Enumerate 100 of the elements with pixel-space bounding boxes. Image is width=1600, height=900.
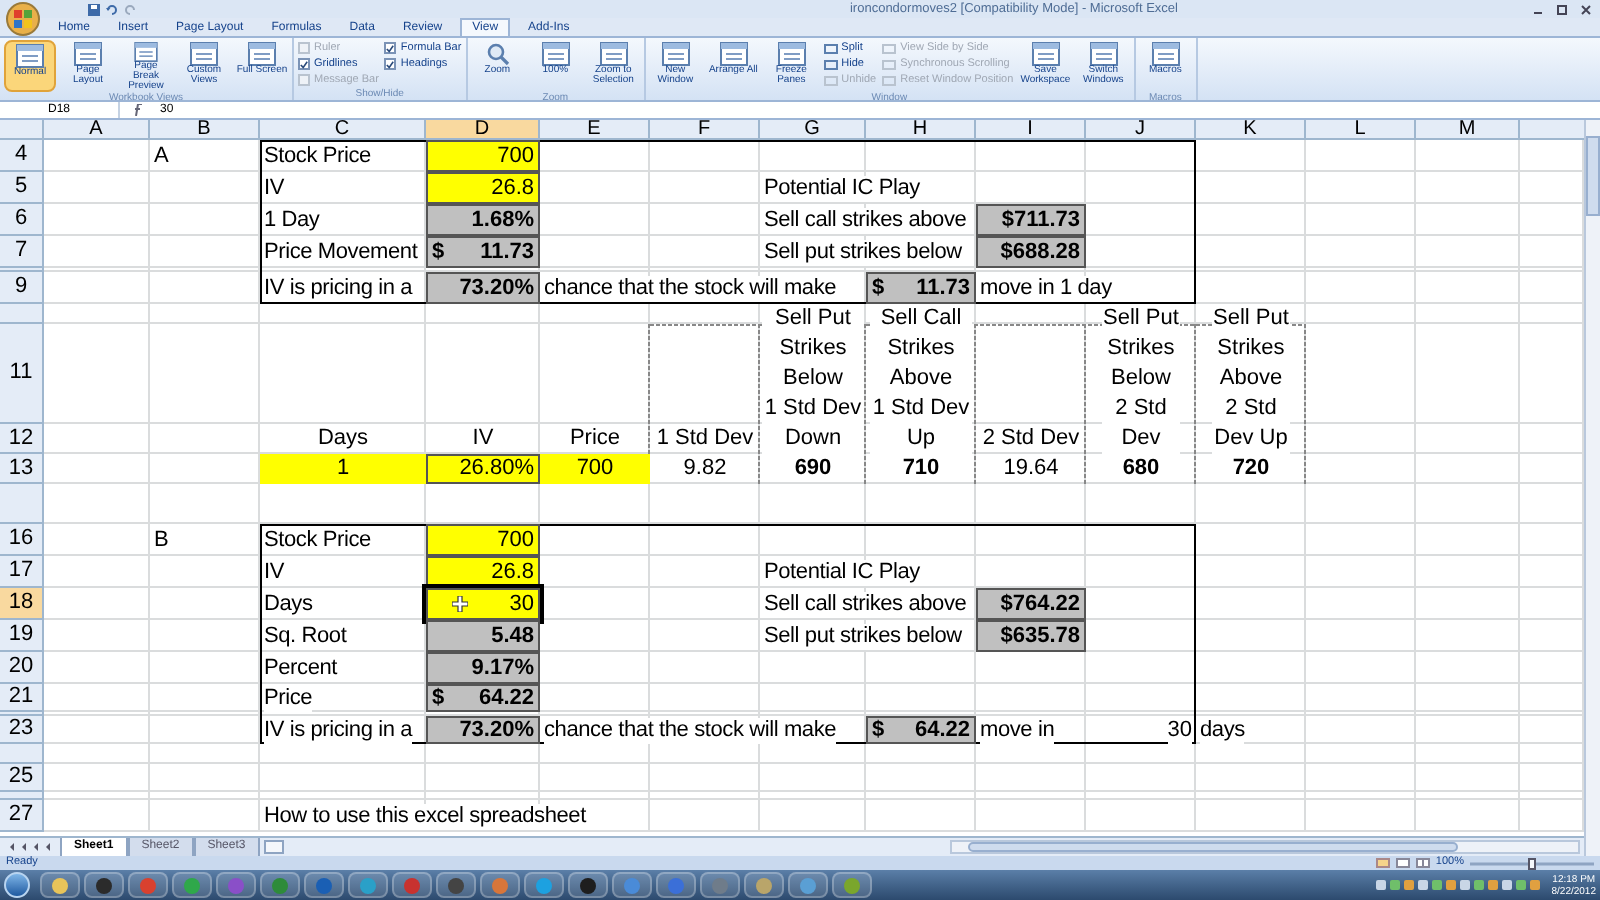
cell-text: Sell put strikes below	[764, 623, 962, 649]
sheet-icon	[190, 42, 218, 66]
cell-text: Price	[264, 685, 313, 711]
column-heading: Sell Call Strikes Above 1 Std Dev Up	[870, 304, 972, 454]
row-header[interactable]	[0, 484, 44, 524]
cell-value: 11.73	[480, 239, 534, 265]
sheet-icon	[541, 42, 570, 66]
checkbox[interactable]	[384, 58, 397, 70]
office-button[interactable]	[6, 2, 40, 36]
magnifier-icon	[485, 42, 510, 66]
sheet-icon	[661, 42, 690, 66]
scroll-thumb[interactable]	[1586, 136, 1600, 216]
column-header[interactable]: K	[1196, 120, 1306, 138]
check-icon	[300, 59, 308, 69]
column-header[interactable]: G	[760, 120, 866, 138]
column-header[interactable]: H	[866, 120, 976, 138]
maximize-icon[interactable]	[1556, 3, 1568, 15]
sheet-icon	[599, 42, 628, 66]
cell-text: Sq. Root	[264, 623, 347, 649]
row-header[interactable]: 12	[0, 424, 44, 454]
vertical-scrollbar[interactable]	[1584, 120, 1600, 856]
row-header[interactable]: 9	[0, 272, 44, 304]
column-header[interactable]: A	[44, 120, 150, 138]
save-icon[interactable]	[88, 3, 100, 15]
row-header[interactable]: 13	[0, 454, 44, 484]
row-header[interactable]: 17	[0, 556, 44, 588]
cell-text: Sell call strikes above	[764, 591, 967, 617]
table-cell: $711.73	[976, 204, 1086, 236]
sheet-icon	[1089, 42, 1118, 66]
column-header[interactable]: B	[150, 120, 260, 138]
cell-text: chance that the stock will make	[544, 275, 837, 301]
column-header[interactable]: J	[1086, 120, 1196, 138]
cell-value: 64.22	[914, 717, 970, 743]
sheet-icon	[132, 42, 160, 62]
cell-text: Days	[264, 591, 313, 617]
column-heading: Sell Put Strikes Above 2 Std Dev Up	[1211, 304, 1291, 454]
currency-sign: $	[872, 717, 885, 743]
column-header[interactable]: E	[540, 120, 650, 138]
column-header[interactable]: L	[1306, 120, 1416, 138]
row-header[interactable]: 5	[0, 172, 44, 204]
column-header[interactable]: I	[976, 120, 1086, 138]
row-header[interactable]: 11	[0, 324, 44, 424]
function-icon[interactable]	[132, 104, 148, 116]
column-header[interactable]: D	[426, 120, 540, 138]
insert-sheet-icon[interactable]	[263, 840, 284, 854]
row-header[interactable]: 6	[0, 204, 44, 236]
row-header[interactable]: 20	[0, 652, 44, 684]
start-button[interactable]	[4, 872, 30, 898]
row-header[interactable]: 27	[0, 800, 44, 832]
checkbox[interactable]	[298, 58, 310, 70]
cell-text: Sell call strikes above	[764, 207, 967, 233]
table-cell: 700	[426, 524, 540, 556]
office-logo-icon	[14, 10, 32, 28]
horizontal-scrollbar[interactable]	[950, 840, 1580, 854]
table-cell: 9.17%	[426, 652, 540, 684]
close-icon[interactable]	[1580, 3, 1592, 15]
scroll-thumb[interactable]	[968, 842, 1458, 852]
page-layout-icon[interactable]	[1395, 858, 1410, 868]
row-header[interactable]: 7	[0, 236, 44, 268]
cell-text: Sell put strikes below	[764, 239, 962, 265]
taskbar-button[interactable]	[84, 872, 124, 898]
cell-text: IV is pricing in a	[264, 275, 413, 301]
table-cell: $635.78	[976, 620, 1086, 652]
sheet-icon	[719, 42, 748, 66]
row-header[interactable]: 4	[0, 140, 44, 172]
row-header[interactable]	[0, 792, 44, 800]
row-header[interactable]	[0, 744, 44, 764]
column-header[interactable]: M	[1416, 120, 1520, 138]
sheet-icon	[777, 42, 806, 66]
row-header[interactable]: 19	[0, 620, 44, 652]
column-header[interactable]: F	[650, 120, 760, 138]
row-header[interactable]: 21	[0, 684, 44, 712]
normal-view-icon[interactable]	[1375, 858, 1390, 868]
currency-sign: $	[432, 685, 445, 711]
cell-text: Days	[317, 426, 369, 452]
row-header[interactable]: 16	[0, 524, 44, 556]
redo-icon[interactable]	[124, 3, 136, 15]
sheet-icon	[1151, 42, 1180, 66]
taskbar-button[interactable]	[568, 872, 608, 898]
taskbar-button[interactable]	[40, 872, 80, 898]
table-cell: $688.28	[976, 236, 1086, 268]
row-header[interactable]: 23	[0, 716, 44, 744]
taskbar-button[interactable]	[436, 872, 476, 898]
cell-text: 30	[1167, 717, 1192, 743]
table-cell: 73.20%	[426, 272, 540, 304]
table-cell: 26.80%	[426, 454, 540, 484]
table-cell: 26.8	[426, 172, 540, 204]
page-break-icon[interactable]	[1415, 858, 1430, 868]
currency-sign: $	[872, 275, 885, 301]
cell-text: How to use this excel spreadsheet	[264, 803, 586, 829]
column-heading: Sell Put Strikes Below 1 Std Dev Down	[762, 304, 864, 454]
row-header[interactable]	[0, 304, 44, 324]
row-header[interactable]: 18	[0, 588, 44, 620]
checkbox[interactable]	[384, 42, 397, 54]
table-cell: $764.22	[976, 588, 1086, 620]
column-heading: Sell Put Strikes Below 2 Std Dev	[1101, 304, 1181, 454]
table-cell: 700	[426, 140, 540, 172]
row-header[interactable]: 25	[0, 764, 44, 792]
undo-icon[interactable]	[106, 3, 118, 15]
table-cell: 700	[540, 454, 650, 484]
